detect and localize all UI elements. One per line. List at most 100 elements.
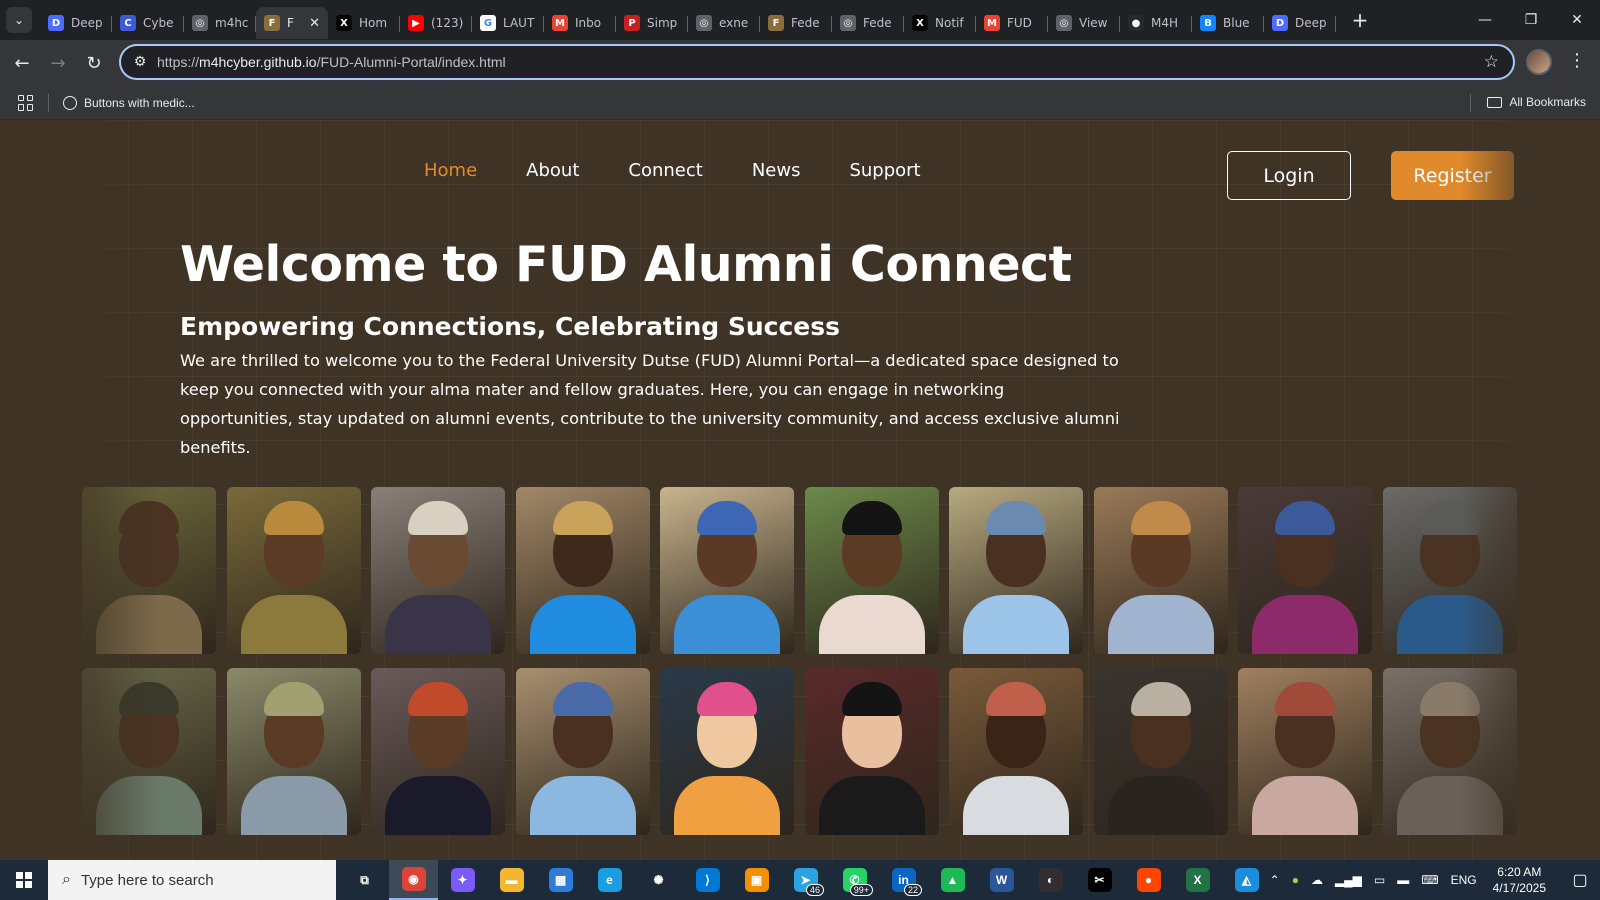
all-bookmarks-button[interactable]: All Bookmarks (1487, 95, 1586, 109)
obs-icon[interactable]: ◐ (1026, 860, 1075, 900)
browser-tab[interactable]: F Fede (760, 7, 832, 39)
bluesky-icon: B (1200, 15, 1216, 31)
file-explorer-icon[interactable]: ▬ (487, 860, 536, 900)
browser-tab[interactable]: ▶ (123) (400, 7, 472, 39)
nav-link-connect[interactable]: Connect (628, 160, 702, 181)
clock[interactable]: 6:20 AM 4/17/2025 (1493, 864, 1546, 896)
sheets-icon[interactable]: ▲ (928, 860, 977, 900)
alumni-photo (82, 487, 216, 654)
start-button[interactable] (0, 860, 48, 900)
restore-button[interactable]: ❐ (1508, 0, 1554, 40)
nav-link-support[interactable]: Support (849, 160, 920, 181)
reddit-icon[interactable]: ● (1124, 860, 1173, 900)
browser-tab[interactable]: D Deep (1264, 7, 1336, 39)
login-button[interactable]: Login (1227, 151, 1351, 200)
tab-title: M4H (1151, 16, 1179, 30)
app-glyph: ⧉ (360, 872, 369, 887)
forward-button[interactable]: → (40, 45, 76, 81)
tab-search-button[interactable]: ⌄ (6, 7, 32, 33)
notification-icon[interactable]: ▢ (1560, 870, 1600, 890)
address-bar[interactable]: ⚙ https://m4hcyber.github.io/FUD-Alumni-… (119, 44, 1515, 80)
remote-desktop-icon[interactable]: ▣ (732, 860, 781, 900)
alumni-photo (949, 668, 1083, 835)
app-glyph: ✦ (450, 868, 475, 892)
taskbar-search-box[interactable]: ⌕ Type here to search (48, 860, 336, 900)
bookmark-item[interactable]: Buttons with medic... (63, 95, 195, 110)
browser-tab[interactable]: ◎ Fede (832, 7, 904, 39)
photo-headwear (841, 501, 902, 535)
linkedin-icon[interactable]: in 22 (879, 860, 928, 900)
browser-tab[interactable]: P Simp (616, 7, 688, 39)
photo-body (96, 776, 202, 835)
folder-icon (1487, 96, 1503, 108)
task-view-icon[interactable]: ⧉ (340, 860, 389, 900)
photo-body (1252, 595, 1358, 654)
chatgpt-icon[interactable]: ✺ (634, 860, 683, 900)
minimize-button[interactable]: — (1462, 0, 1508, 40)
browser-tab[interactable]: F F ✕ (256, 7, 328, 39)
nav-link-about[interactable]: About (526, 160, 579, 181)
back-button[interactable]: ← (4, 45, 40, 81)
site-info-icon[interactable]: ⚙ (125, 54, 155, 70)
apps-grid-icon[interactable] (18, 94, 34, 111)
register-button[interactable]: Register (1391, 151, 1514, 200)
close-tab-icon[interactable]: ✕ (309, 16, 320, 31)
photo-body (1396, 595, 1503, 654)
battery-icon[interactable]: ▬ (1397, 873, 1409, 887)
meet-icon[interactable]: ▭ (1374, 873, 1385, 887)
tab-title: Fede (791, 16, 820, 30)
reload-button[interactable]: ↻ (76, 45, 112, 81)
chevron-up-icon[interactable]: ⌃ (1270, 873, 1280, 887)
photo-headwear (697, 501, 757, 535)
alumni-photo (660, 668, 794, 835)
nav-link-home[interactable]: Home (424, 160, 477, 181)
edge-icon[interactable]: e (585, 860, 634, 900)
bookmark-label: Buttons with medic... (84, 95, 195, 110)
telegram-icon[interactable]: ➤ 46 (781, 860, 830, 900)
nav-link-news[interactable]: News (752, 160, 801, 181)
bookmark-star-icon[interactable]: ☆ (1484, 52, 1499, 72)
photo-headwear (1275, 682, 1335, 716)
browser-tab[interactable]: ● M4H (1120, 7, 1192, 39)
browser-tab[interactable]: M Inbo (544, 7, 616, 39)
new-tab-button[interactable]: + (1346, 8, 1374, 32)
photo-headwear (552, 501, 613, 535)
browser-tab[interactable]: G LAUT (472, 7, 544, 39)
chrome-icon[interactable]: ◉ (389, 860, 438, 900)
browser-tab[interactable]: ◎ exne (688, 7, 760, 39)
photo-headwear (841, 682, 902, 716)
capcut-icon[interactable]: ✂ (1075, 860, 1124, 900)
browser-menu-icon[interactable]: ⋮ (1568, 50, 1586, 71)
browser-tab[interactable]: X Notif (904, 7, 976, 39)
wifi-signal-icon[interactable]: ▂▄▆ (1335, 873, 1362, 887)
browser-tab[interactable]: ◎ m4hc (184, 7, 256, 39)
url-text[interactable]: https://m4hcyber.github.io/FUD-Alumni-Po… (157, 54, 1484, 70)
close-window-button[interactable]: ✕ (1554, 0, 1600, 40)
store-icon[interactable]: ▦ (536, 860, 585, 900)
browser-tab[interactable]: C Cybe (112, 7, 184, 39)
browser-tab[interactable]: ◎ View (1048, 7, 1120, 39)
photo-body (529, 595, 636, 654)
windows-taskbar: ⌕ Type here to search ⧉ ◉ ✦ ▬ ▦ e ✺ ⟩ ▣ ➤ 46 ✆ 99+ in… (0, 860, 1600, 900)
app-glyph: ▦ (548, 868, 573, 892)
app-glyph: ▲ (940, 868, 965, 892)
photo-headwear (1130, 501, 1191, 535)
network-icon[interactable]: ☁ (1311, 873, 1323, 887)
word-icon[interactable]: W (977, 860, 1026, 900)
browser-tab[interactable]: B Blue (1192, 7, 1264, 39)
keyboard-icon[interactable]: ⌨ (1421, 873, 1438, 887)
browser-tab[interactable]: X Hom (328, 7, 400, 39)
globe-icon: ◎ (696, 15, 712, 31)
copilot-icon[interactable]: ✦ (438, 860, 487, 900)
whatsapp-icon[interactable]: ✆ 99+ (830, 860, 879, 900)
profile-avatar[interactable] (1526, 49, 1552, 75)
vscode-icon[interactable]: ⟩ (683, 860, 732, 900)
excel-icon[interactable]: X (1173, 860, 1222, 900)
search-icon: ⌕ (62, 871, 71, 888)
status-app-icon[interactable]: ● (1292, 873, 1299, 887)
browser-tab[interactable]: M FUD (976, 7, 1048, 39)
alumni-photo (1238, 487, 1372, 654)
language-indicator[interactable]: ENG (1451, 873, 1477, 887)
gmail-icon: M (552, 15, 568, 31)
browser-tab[interactable]: D Deep (40, 7, 112, 39)
